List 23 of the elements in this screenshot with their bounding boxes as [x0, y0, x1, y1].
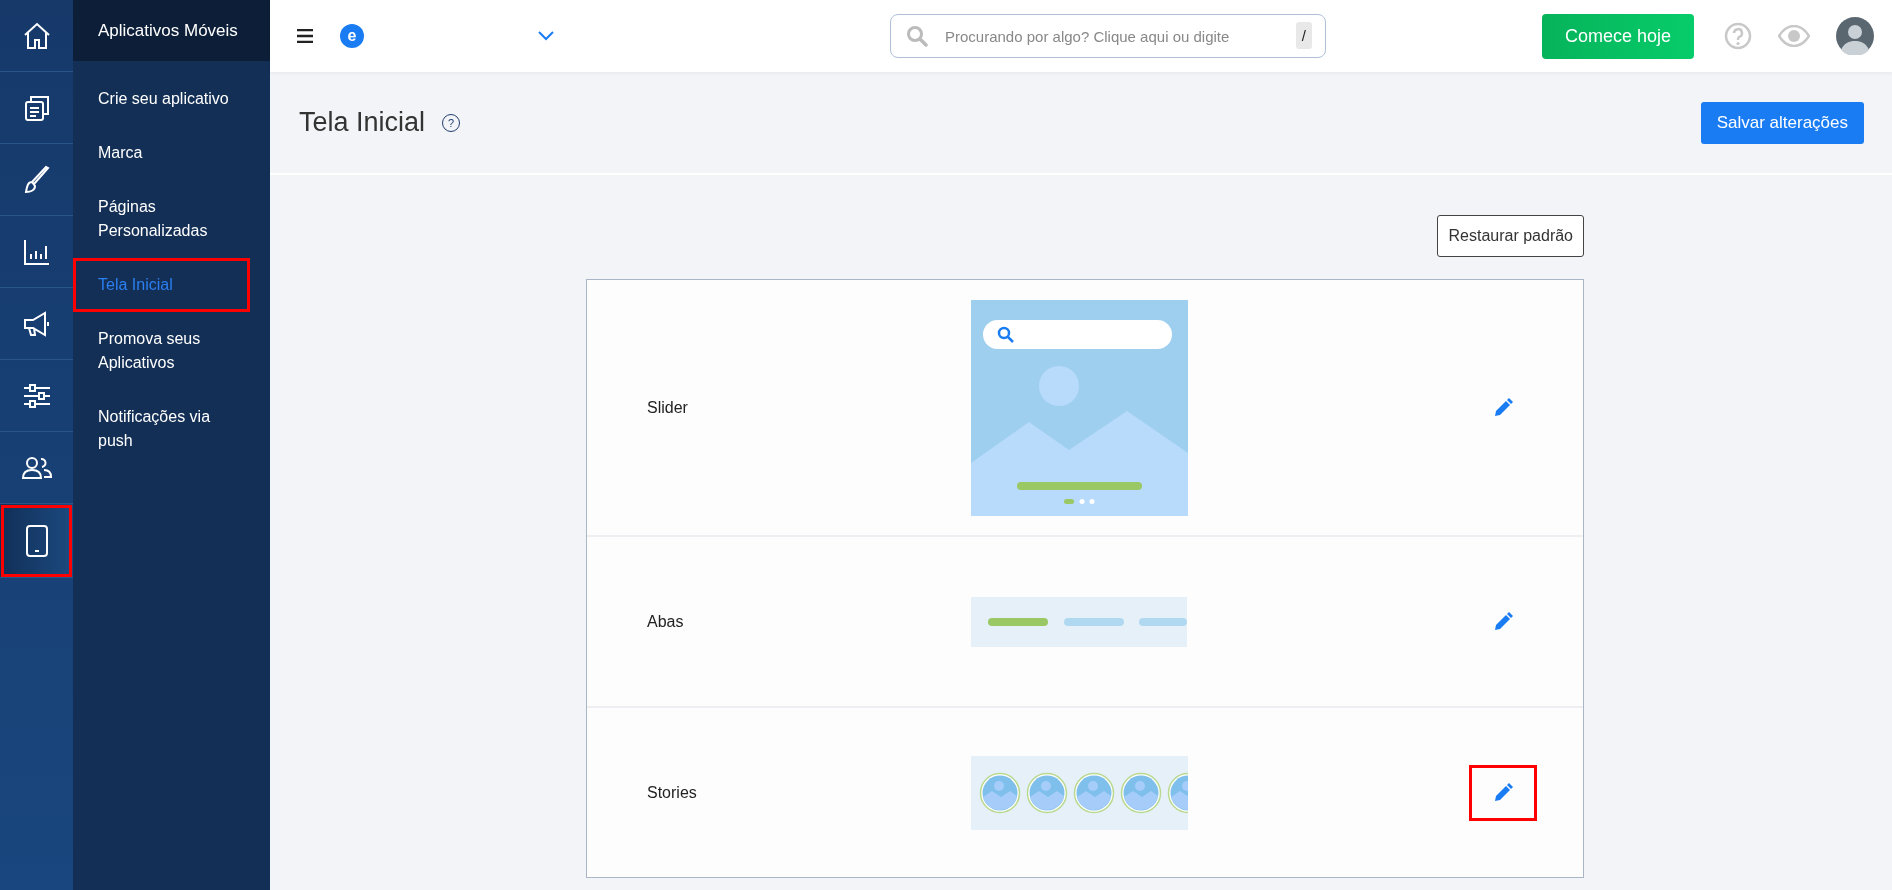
submenu-title: Aplicativos Móveis	[73, 0, 270, 61]
submenu-link[interactable]: Marca	[73, 126, 250, 180]
logo[interactable]: e	[340, 24, 364, 48]
submenu-link[interactable]: Crie seu aplicativo	[73, 72, 250, 126]
search-icon	[906, 25, 928, 47]
menu-icon[interactable]	[297, 29, 313, 43]
pencil-icon	[1493, 782, 1513, 803]
tablet-icon	[24, 524, 49, 557]
chevron-down-icon[interactable]	[538, 31, 554, 41]
submenu-link[interactable]: Tela Inicial	[73, 258, 250, 312]
section-label: Abas	[647, 612, 685, 631]
page-title: Tela Inicial	[299, 107, 426, 138]
pencil-icon	[1493, 397, 1513, 418]
pencil-icon	[1493, 611, 1513, 632]
save-changes-button[interactable]: Salvar alterações	[1700, 101, 1864, 144]
submenu-link[interactable]: Notificações via push	[73, 390, 250, 468]
avatar[interactable]	[1836, 17, 1874, 55]
submenu-link[interactable]: Promova seus Aplicativos	[73, 312, 250, 390]
restore-default-button[interactable]: Restaurar padrão	[1437, 215, 1584, 257]
edit-button[interactable]	[1469, 764, 1537, 821]
section-label: Slider	[647, 398, 689, 417]
submenu-link[interactable]: Páginas Personalizadas	[73, 180, 250, 258]
section-label: Stories	[647, 783, 698, 802]
